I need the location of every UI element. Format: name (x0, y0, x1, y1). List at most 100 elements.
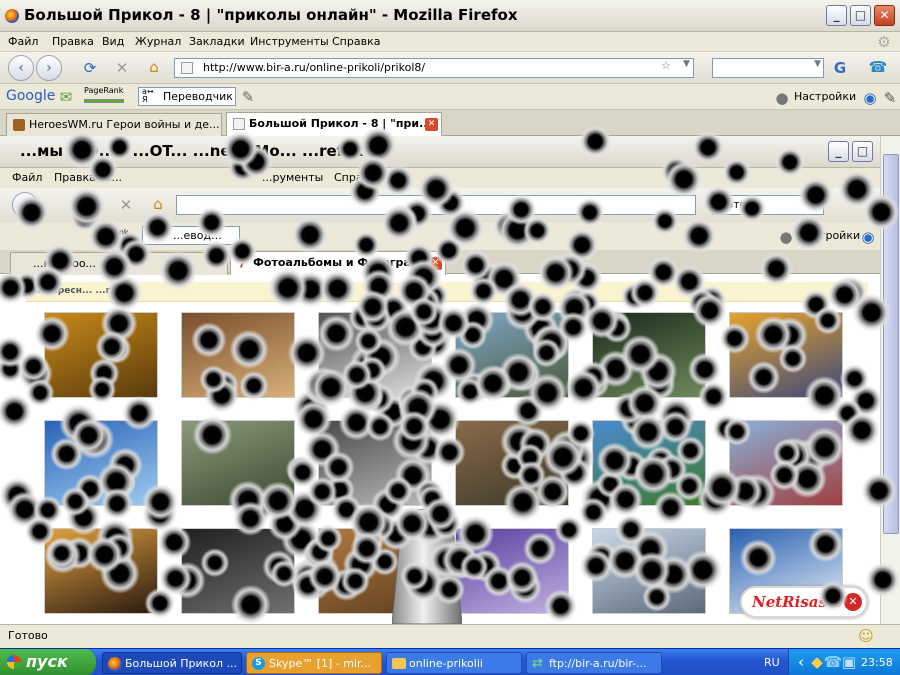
inner-window-title: ...мы и Ф... - ...OT... ...net - Mo... .… (20, 142, 364, 160)
wrench-icon[interactable]: ✎ (880, 89, 900, 107)
menu-tools[interactable]: Инструменты (250, 35, 329, 48)
inner-title-bar: ...мы и Ф... - ...OT... ...net - Mo... .… (0, 136, 880, 168)
menu-bar: Файл Правка Вид Журнал Закладки Инструме… (0, 32, 900, 52)
photo-thumbnail[interactable] (44, 420, 158, 506)
star-icon[interactable]: ☆ (661, 59, 671, 72)
minimize-button[interactable]: _ (826, 5, 847, 26)
inner-pagerank-label: ...eRank (96, 228, 129, 237)
opera-icon: ) (239, 256, 245, 269)
photo-thumbnail[interactable] (455, 420, 569, 506)
translator-button[interactable]: a↔ Я Переводчик (138, 87, 236, 106)
inner-home-icon: ⌂ (153, 195, 163, 213)
language-indicator[interactable]: RU (764, 656, 780, 669)
search-input[interactable]: ▼ (712, 58, 824, 78)
firefox-icon (5, 9, 19, 23)
close-button[interactable]: ✕ (874, 5, 895, 26)
photo-thumbnail[interactable] (318, 312, 432, 398)
photo-thumbnail[interactable] (592, 528, 706, 614)
inner-stop-icon: ✕ (119, 196, 133, 214)
pencil-icon[interactable]: ✎ (238, 88, 258, 106)
photo-thumbnail[interactable] (318, 420, 432, 506)
inner-settings-icon: ● (779, 228, 793, 246)
inner-reload-icon: ⟳ (87, 196, 101, 214)
chevron-down-icon[interactable]: ▼ (814, 59, 821, 69)
photo-thumbnail[interactable] (729, 420, 843, 506)
inner-menu-edit: Правка (54, 171, 96, 184)
logo-close-icon[interactable]: ✕ (844, 593, 862, 611)
email-icon[interactable]: ✉ (56, 88, 76, 106)
inner-tab-google: ...к в Goo... (10, 252, 228, 275)
skype-icon: S (252, 657, 265, 670)
tab-heroeswm[interactable]: HeroesWM.ru Герои войны и де... (6, 113, 222, 136)
pagerank-label: PageRank (84, 86, 124, 95)
inner-tab-strip: ...к в Goo... ) Фотоальбомы и Фотографи.… (0, 250, 880, 275)
menu-file[interactable]: Файл (8, 35, 38, 48)
globe-icon[interactable]: ◉ (860, 89, 880, 107)
translate-icon: a↔ Я (142, 87, 154, 104)
navigation-toolbar: ‹ › ⟳ ✕ ⌂ http://www.bir-a.ru/online-pri… (0, 52, 900, 84)
reload-icon[interactable]: ⟳ (80, 59, 100, 77)
photo-thumbnail[interactable] (181, 528, 295, 614)
home-icon[interactable]: ⌂ (144, 58, 164, 76)
taskbar-item-skype[interactable]: S Skype™ [1] - mir... (246, 652, 382, 674)
back-button[interactable]: ‹ (8, 55, 34, 81)
photo-thumbnail[interactable] (455, 312, 569, 398)
forward-button[interactable]: › (36, 55, 62, 81)
settings-icon: ● (775, 89, 789, 107)
photo-thumbnail[interactable] (44, 528, 158, 614)
menu-edit[interactable]: Правка (52, 35, 94, 48)
search-engine-icon[interactable]: G (830, 59, 850, 77)
photo-thumbnail[interactable] (455, 528, 569, 614)
maximize-button[interactable]: □ (850, 5, 871, 26)
stop-icon[interactable]: ✕ (112, 59, 132, 77)
url-field[interactable]: http://www.bir-a.ru/online-prikoli/priko… (174, 58, 694, 78)
inner-tab-photoalbums: ) Фотоальбомы и Фотографи... ✕ (230, 251, 446, 275)
ftp-icon: ⇄ (532, 656, 543, 671)
inner-menu-tools: ...рументы (262, 171, 324, 184)
settings-button[interactable]: Настройки (794, 90, 856, 103)
tab-strip: HeroesWM.ru Герои войны и де... Большой … (0, 110, 900, 136)
photo-thumbnail[interactable] (181, 420, 295, 506)
chevron-down-icon[interactable]: ▼ (683, 59, 690, 69)
tab-close-button[interactable]: ✕ (425, 118, 438, 131)
url-text: http://www.bir-a.ru/online-prikoli/priko… (203, 61, 426, 74)
netrisaser-logo[interactable]: NetRisaser ✕ (740, 586, 868, 618)
inner-search-field: фото (712, 195, 824, 215)
photo-thumbnail[interactable] (729, 312, 843, 398)
gun-barrel (392, 508, 462, 624)
taskbar-item-firefox[interactable]: Большой Прикол ... (102, 652, 242, 674)
desktop: Большой Прикол - 8 | "приколы онлайн" - … (0, 0, 900, 675)
tray-network-icon[interactable]: ▣ (839, 653, 859, 671)
page-icon (181, 62, 193, 74)
menu-help[interactable]: Справка (332, 35, 380, 48)
taskbar-item-folder[interactable]: online-prikolii (386, 652, 522, 674)
menu-bookmarks[interactable]: Закладки (189, 35, 245, 48)
photo-thumbnail[interactable] (181, 312, 295, 398)
google-toolbar: Google ✉ PageRank a↔ Я Переводчик ✎ ● Нас… (0, 84, 900, 110)
menu-history[interactable]: Журнал (135, 35, 181, 48)
google-logo[interactable]: Google (6, 88, 55, 104)
taskbar-item-ftp[interactable]: ⇄ ftp://bir-a.ru/bir-... (526, 652, 662, 674)
inner-menu-help: Справка (334, 171, 383, 184)
logo-text: NetRisaser (752, 593, 845, 611)
tab-bolshoy-prikol[interactable]: Большой Прикол - 8 | "при... ✕ (226, 112, 442, 136)
skype-icon[interactable]: ☎ (868, 58, 888, 76)
scrollbar[interactable] (880, 136, 900, 624)
page-header-strip: интересн... ...гра... (26, 282, 868, 302)
inner-minimize-button: _ (828, 141, 849, 162)
photo-thumbnail[interactable] (592, 420, 706, 506)
scrollbar-thumb[interactable] (883, 154, 899, 534)
inner-menu-view: В... (104, 171, 123, 184)
firefox-icon (108, 657, 122, 671)
photo-thumbnail[interactable] (44, 312, 158, 398)
smiley-icon[interactable]: ☺ (856, 627, 876, 645)
inner-settings-label: Настройки (798, 229, 861, 242)
inner-back-icon: ‹ (12, 192, 38, 218)
start-button[interactable]: пуск (0, 649, 96, 675)
photo-thumbnail[interactable] (592, 312, 706, 398)
menu-view[interactable]: Вид (102, 35, 124, 48)
inner-maximize-button: □ (852, 141, 873, 162)
inner-tab-close-icon: ✕ (429, 257, 442, 270)
windows-logo-icon (7, 655, 21, 669)
window-title-bar[interactable]: Большой Прикол - 8 | "приколы онлайн" - … (0, 0, 900, 32)
